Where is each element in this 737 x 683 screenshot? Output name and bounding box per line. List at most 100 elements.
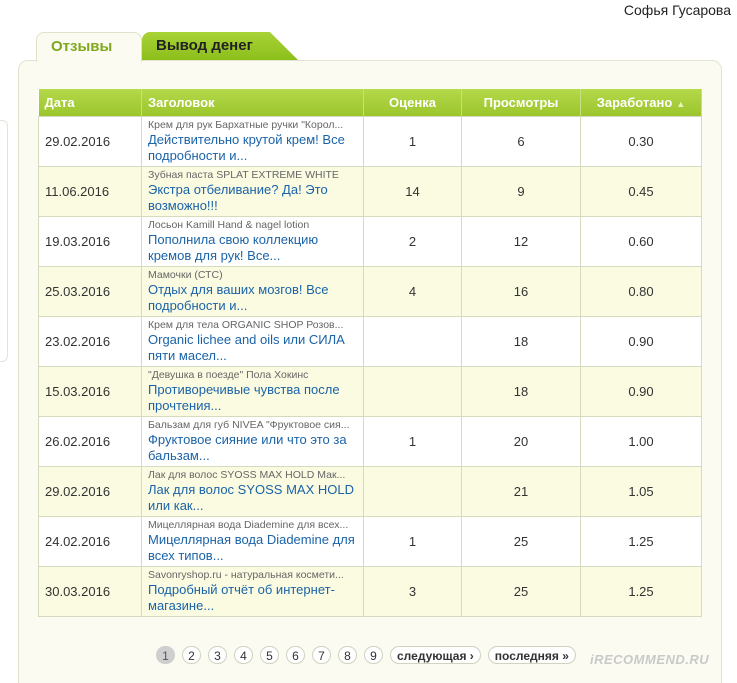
table-row: 15.03.2016 "Девушка в поезде" Пола Хокинс… [38,366,702,417]
sort-ascending-icon: ▲ [676,99,686,109]
table-row: 26.02.2016 Бальзам для губ NIVEA "Фруктов… [38,416,702,467]
cell-rating: 1 [363,516,462,567]
product-name[interactable]: Лак для волос SYOSS MAX HOLD Мак... [148,469,357,482]
cell-date: 15.03.2016 [38,366,142,417]
review-title-link[interactable]: Отдых для ваших мозгов! Все подробности … [148,282,357,314]
cell-views: 21 [461,466,581,517]
product-name[interactable]: Мамочки (СТС) [148,269,357,282]
cell-date: 25.03.2016 [38,266,142,317]
cell-views: 6 [461,116,581,167]
page-link-4[interactable]: 4 [234,646,253,664]
user-name[interactable]: Софья Гусарова [624,2,731,18]
cell-earned: 0.30 [580,116,702,167]
cell-earned: 0.80 [580,266,702,317]
review-title-link[interactable]: Organic lichee and oils или СИЛА пяти ма… [148,332,357,364]
product-name[interactable]: Лосьон Kamill Hand & nagel lotion [148,219,357,232]
review-title-link[interactable]: Лак для волос SYOSS MAX HOLD или как... [148,482,357,514]
cell-date: 19.03.2016 [38,216,142,267]
cell-title: "Девушка в поезде" Пола Хокинс Противореч… [141,366,364,417]
cell-date: 29.02.2016 [38,116,142,167]
product-name[interactable]: Мицеллярная вода Diademine для всех... [148,519,357,532]
tab-reviews[interactable]: Отзывы [36,32,142,62]
cell-date: 11.06.2016 [38,166,142,217]
product-name[interactable]: Бальзам для губ NIVEA "Фруктовое сия... [148,419,357,432]
column-header-title[interactable]: Заголовок [141,89,364,117]
cell-title: Бальзам для губ NIVEA "Фруктовое сия... Ф… [141,416,364,467]
cell-rating [363,366,462,417]
page-link-5[interactable]: 5 [260,646,279,664]
watermark-logo: iRECOMMEND.RU [590,652,710,667]
table-row: 25.03.2016 Мамочки (СТС) Отдых для ваших м… [38,266,702,317]
cell-title: Крем для тела ORGANIC SHOP Розов... Organ… [141,316,364,367]
cell-earned: 0.60 [580,216,702,267]
cell-earned: 1.05 [580,466,702,517]
cell-title: Лосьон Kamill Hand & nagel lotion Пополни… [141,216,364,267]
column-header-views[interactable]: Просмотры [461,89,581,117]
cell-rating: 1 [363,116,462,167]
cell-earned: 1.00 [580,416,702,467]
pagination: 1 2 3 4 5 6 7 8 9 следующая › последняя » [156,646,576,664]
cell-title: Крем для рук Бархатные ручки "Корол... Де… [141,116,364,167]
table-row: 23.02.2016 Крем для тела ORGANIC SHOP Роз… [38,316,702,367]
cell-date: 23.02.2016 [38,316,142,367]
product-name[interactable]: "Девушка в поезде" Пола Хокинс [148,369,357,382]
side-panel-edge [0,120,8,362]
tab-bar: Отзывы Вывод денег [36,32,298,62]
product-name[interactable]: Зубная паста SPLAT EXTREME WHITE [148,169,357,182]
column-header-date[interactable]: Дата [38,89,142,117]
product-name[interactable]: Крем для рук Бархатные ручки "Корол... [148,119,357,132]
review-title-link[interactable]: Экстра отбеливание? Да! Это возможно!!! [148,182,357,214]
cell-date: 24.02.2016 [38,516,142,567]
cell-earned: 0.90 [580,316,702,367]
table-row: 29.02.2016 Лак для волос SYOSS MAX HOLD М… [38,466,702,517]
cell-earned: 1.25 [580,516,702,567]
product-name[interactable]: Savonryshop.ru - натуральная космети... [148,569,357,582]
page-link-7[interactable]: 7 [312,646,331,664]
cell-earned: 0.45 [580,166,702,217]
cell-views: 20 [461,416,581,467]
reviews-table: Дата Заголовок Оценка Просмотры Заработа… [38,89,702,617]
page-link-2[interactable]: 2 [182,646,201,664]
table-row: 11.06.2016 Зубная паста SPLAT EXTREME WHI… [38,166,702,217]
table-header-row: Дата Заголовок Оценка Просмотры Заработа… [38,89,702,117]
cell-title: Savonryshop.ru - натуральная космети... П… [141,566,364,617]
page: Софья Гусарова Отзывы Вывод денег Дата З… [0,0,737,683]
cell-rating [363,316,462,367]
cell-earned: 0.90 [580,366,702,417]
cell-views: 25 [461,516,581,567]
cell-rating: 4 [363,266,462,317]
cell-views: 9 [461,166,581,217]
cell-earned: 1.25 [580,566,702,617]
page-link-1[interactable]: 1 [156,646,175,664]
cell-views: 18 [461,316,581,367]
tab-withdraw[interactable]: Вывод денег [142,32,298,60]
review-title-link[interactable]: Действительно крутой крем! Все подробнос… [148,132,357,164]
page-link-9[interactable]: 9 [364,646,383,664]
review-title-link[interactable]: Мицеллярная вода Diademine для всех типо… [148,532,357,564]
column-header-rating[interactable]: Оценка [363,89,462,117]
cell-date: 29.02.2016 [38,466,142,517]
cell-rating: 3 [363,566,462,617]
cell-rating [363,466,462,517]
cell-rating: 2 [363,216,462,267]
review-title-link[interactable]: Фруктовое сияние или что это за бальзам.… [148,432,357,464]
cell-date: 30.03.2016 [38,566,142,617]
page-link-3[interactable]: 3 [208,646,227,664]
cell-title: Мицеллярная вода Diademine для всех... Ми… [141,516,364,567]
page-link-8[interactable]: 8 [338,646,357,664]
cell-views: 18 [461,366,581,417]
cell-views: 25 [461,566,581,617]
product-name[interactable]: Крем для тела ORGANIC SHOP Розов... [148,319,357,332]
next-page-link[interactable]: следующая › [390,646,481,664]
review-title-link[interactable]: Пополнила свою коллекцию кремов для рук!… [148,232,357,264]
review-title-link[interactable]: Подробный отчёт об интернет-магазине... [148,582,357,614]
cell-date: 26.02.2016 [38,416,142,467]
table-row: 30.03.2016 Savonryshop.ru - натуральная к… [38,566,702,617]
last-page-link[interactable]: последняя » [487,646,576,664]
cell-title: Зубная паста SPLAT EXTREME WHITE Экстра о… [141,166,364,217]
review-title-link[interactable]: Противоречивые чувства после прочтения..… [148,382,357,414]
table-row: 24.02.2016 Мицеллярная вода Diademine для… [38,516,702,567]
table-row: 29.02.2016 Крем для рук Бархатные ручки "… [38,116,702,167]
column-header-earned[interactable]: Заработано ▲ [580,89,702,117]
page-link-6[interactable]: 6 [286,646,305,664]
